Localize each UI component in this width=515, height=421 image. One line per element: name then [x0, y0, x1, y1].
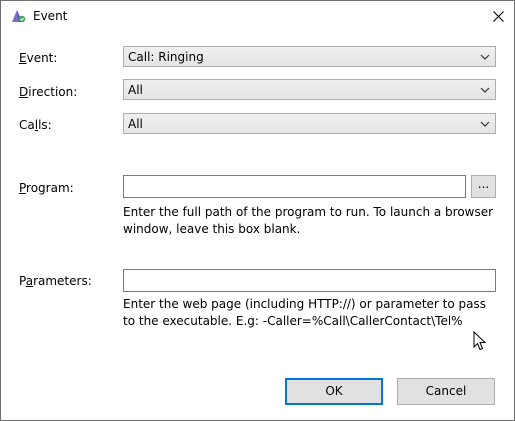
direction-select-value: All	[128, 83, 143, 97]
chevron-down-icon	[480, 121, 490, 127]
cancel-button[interactable]: Cancel	[397, 378, 495, 405]
direction-label: Direction:	[19, 85, 78, 99]
program-label: Program:	[19, 181, 74, 195]
browse-button[interactable]: ...	[471, 175, 496, 198]
close-button[interactable]	[482, 1, 514, 31]
calls-select-value: All	[128, 117, 143, 131]
program-hint: Enter the full path of the program to ru…	[123, 205, 494, 236]
parameters-hint: Enter the web page (including HTTP://) o…	[123, 297, 487, 328]
event-label: Event:	[19, 51, 58, 65]
mouse-cursor-icon	[473, 331, 487, 351]
calls-label: Calls:	[19, 118, 52, 132]
chevron-down-icon	[480, 54, 490, 60]
window-title: Event	[33, 9, 68, 23]
event-select-value: Call: Ringing	[128, 50, 204, 64]
event-select[interactable]: Call: Ringing	[123, 46, 496, 67]
app-icon	[12, 10, 26, 23]
program-input[interactable]	[123, 175, 466, 198]
chevron-down-icon	[480, 87, 490, 93]
direction-select[interactable]: All	[123, 79, 496, 100]
close-icon	[492, 10, 504, 22]
title-bar: Event	[1, 1, 514, 31]
ok-button[interactable]: OK	[285, 378, 383, 405]
calls-select[interactable]: All	[123, 113, 496, 134]
parameters-input[interactable]	[123, 269, 496, 292]
event-dialog: Event Event: Call: Ringing Direction: Al…	[0, 0, 515, 421]
parameters-label: Parameters:	[19, 274, 92, 288]
